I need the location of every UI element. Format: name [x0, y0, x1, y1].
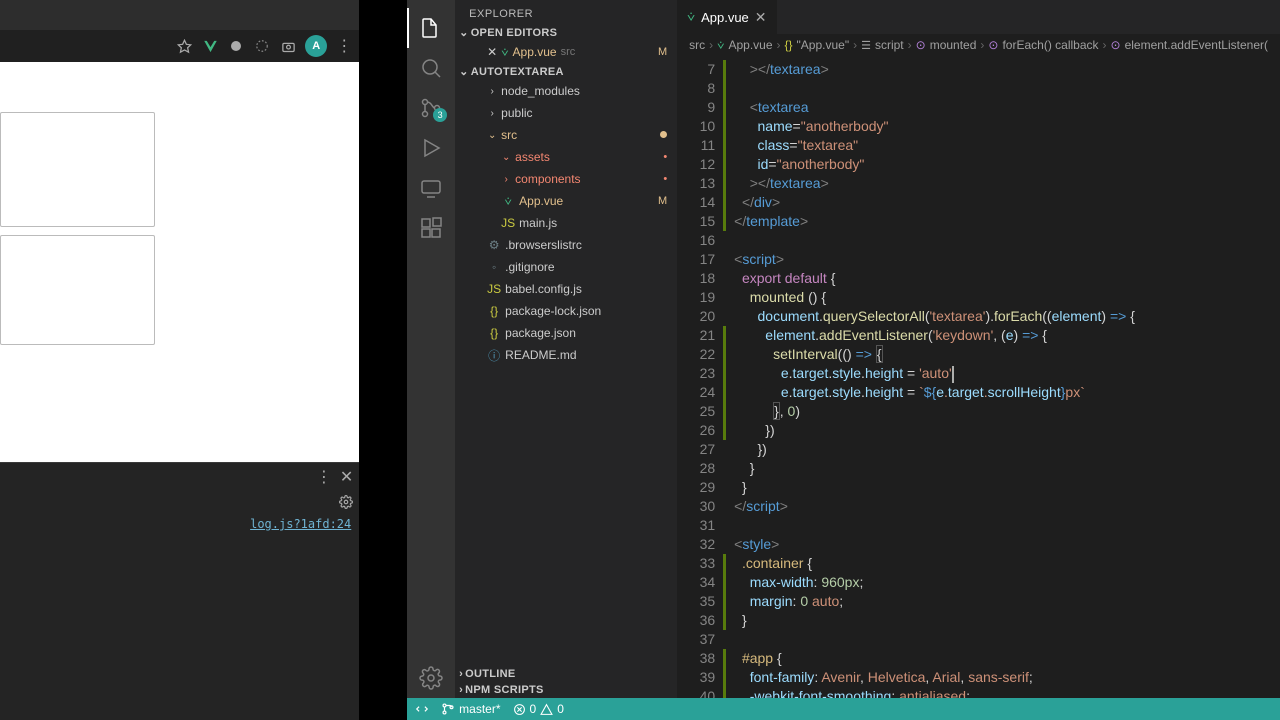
vue-icon: ⩒: [687, 9, 695, 25]
status-bar: master* 0 0: [407, 698, 1280, 720]
extensions-icon[interactable]: [407, 208, 455, 248]
breadcrumbs[interactable]: src› ⩒App.vue› {}"App.vue"› ☰script› ⊙mo…: [677, 34, 1280, 56]
npm-scripts-section[interactable]: ›NPM SCRIPTS: [455, 682, 677, 698]
browser-window: A ⋮ ⋮ ✕ log.js?1afd:24: [0, 0, 359, 720]
page-content: [0, 62, 359, 462]
kebab-menu-icon[interactable]: ⋮: [316, 467, 332, 487]
kebab-menu-icon[interactable]: ⋮: [335, 37, 353, 55]
close-icon[interactable]: ✕: [487, 45, 497, 59]
tree-file[interactable]: ⓘREADME.md: [455, 344, 677, 366]
source-control-icon[interactable]: 3: [407, 88, 455, 128]
explorer-icon[interactable]: [407, 8, 455, 48]
tree-file[interactable]: {}package-lock.json: [455, 300, 677, 322]
gear-icon[interactable]: [407, 658, 455, 698]
tree-file[interactable]: ◦.gitignore: [455, 256, 677, 278]
chevron-right-icon: ›: [487, 108, 497, 119]
devtools-panel: ⋮ ✕ log.js?1afd:24: [0, 462, 359, 720]
chevron-right-icon: ›: [487, 86, 497, 97]
git-branch[interactable]: master*: [441, 702, 500, 716]
tree-file[interactable]: ⚙.browserslistrc: [455, 234, 677, 256]
extension-dashed-icon[interactable]: [253, 37, 271, 55]
problems-indicator[interactable]: 0 0: [513, 702, 564, 716]
browser-toolbar: A ⋮: [0, 30, 359, 62]
tree-file[interactable]: {}package.json: [455, 322, 677, 344]
tree-folder[interactable]: ⌄src: [455, 124, 677, 146]
chevron-down-icon: ⌄: [501, 152, 511, 163]
chevron-down-icon: ⌄: [459, 26, 469, 39]
line-numbers: 7891011121314151617181920212223242526272…: [677, 56, 723, 698]
tree-folder[interactable]: ›public: [455, 102, 677, 124]
editor-area: ⩒ App.vue ✕ src› ⩒App.vue› {}"App.vue"› …: [677, 0, 1280, 698]
avatar[interactable]: A: [305, 35, 327, 57]
window-gap: [359, 0, 407, 720]
search-icon[interactable]: [407, 48, 455, 88]
chevron-down-icon: ⌄: [487, 130, 497, 141]
debug-icon[interactable]: [407, 128, 455, 168]
vue-icon[interactable]: [201, 37, 219, 55]
page-textarea-2[interactable]: [0, 235, 155, 345]
open-editors-section[interactable]: ⌄ OPEN EDITORS: [455, 24, 677, 41]
close-icon[interactable]: ✕: [755, 9, 767, 26]
browser-titlebar: [0, 0, 359, 30]
remote-icon[interactable]: [407, 168, 455, 208]
text-cursor-icon: [365, 174, 366, 188]
star-icon[interactable]: [175, 37, 193, 55]
chevron-right-icon: ›: [459, 684, 463, 696]
console-source-link[interactable]: log.js?1afd:24: [0, 513, 359, 535]
tree-folder[interactable]: ⌄assets•: [455, 146, 677, 168]
remote-indicator[interactable]: [415, 702, 429, 716]
open-editor-item[interactable]: ✕ ⩒ App.vue src M: [455, 41, 677, 63]
editor-tabs: ⩒ App.vue ✕: [677, 0, 1280, 34]
chevron-right-icon: ›: [459, 668, 463, 680]
tree-folder[interactable]: ›node_modules: [455, 80, 677, 102]
page-textarea-1[interactable]: [0, 112, 155, 227]
outline-section[interactable]: ›OUTLINE: [455, 666, 677, 682]
activity-bar: 3: [407, 0, 455, 698]
tree-folder[interactable]: ›components•: [455, 168, 677, 190]
tree-file[interactable]: JSmain.js: [455, 212, 677, 234]
chevron-right-icon: ›: [501, 174, 511, 185]
scm-badge: 3: [433, 108, 447, 122]
project-section[interactable]: ⌄ AUTOTEXTAREA: [455, 63, 677, 80]
vue-icon: ⩒: [717, 38, 724, 53]
chevron-down-icon: ⌄: [459, 65, 469, 78]
tab-app-vue[interactable]: ⩒ App.vue ✕: [677, 0, 777, 34]
tree-file[interactable]: ⩒App.vueM: [455, 190, 677, 212]
gear-icon[interactable]: [339, 495, 353, 509]
code-content[interactable]: ></textarea> <textarea name="anotherbody…: [726, 56, 1280, 698]
extension-small-icon[interactable]: [227, 37, 245, 55]
vscode-window: 3 EXPLORER ⌄ OPEN EDITORS ✕: [407, 0, 1280, 720]
camera-icon[interactable]: [279, 37, 297, 55]
close-icon[interactable]: ✕: [340, 467, 353, 487]
code-editor[interactable]: 7891011121314151617181920212223242526272…: [677, 56, 1280, 698]
tree-file[interactable]: JSbabel.config.js: [455, 278, 677, 300]
explorer-title: EXPLORER: [455, 0, 677, 24]
sidebar: EXPLORER ⌄ OPEN EDITORS ✕ ⩒ App.vue src …: [455, 0, 677, 698]
